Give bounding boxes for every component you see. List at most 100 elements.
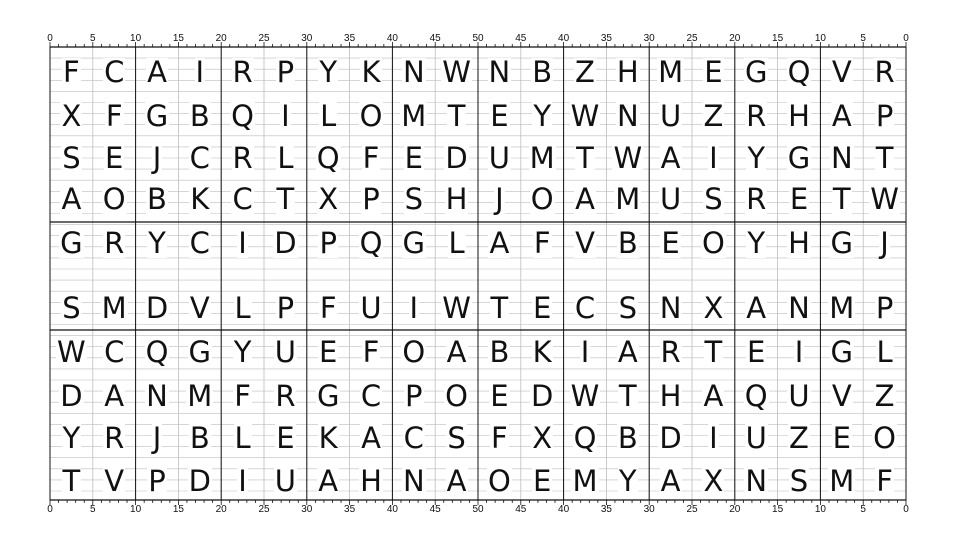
grid-letter: I xyxy=(178,55,221,89)
grid-letter-glyph: A xyxy=(60,181,83,216)
grid-letter-glyph: K xyxy=(531,334,553,369)
grid-letter: C xyxy=(350,379,393,413)
grid-letter: B xyxy=(521,55,564,89)
grid-letter: A xyxy=(606,335,649,369)
grid-letter-glyph: E xyxy=(532,463,553,498)
grid-letter: B xyxy=(178,99,221,133)
grid-letter: A xyxy=(435,464,478,498)
grid-letter-glyph: F xyxy=(104,98,124,133)
grid-letter: D xyxy=(264,226,307,260)
grid-letter: Q xyxy=(778,55,821,89)
grid-letter-glyph: Y xyxy=(746,140,767,175)
grid-letter-glyph: K xyxy=(317,420,339,455)
grid-letter-glyph: B xyxy=(488,334,511,369)
grid-letter: I xyxy=(392,291,435,325)
grid-letter: F xyxy=(307,291,350,325)
grid-letter: H xyxy=(606,55,649,89)
grid-letter-glyph: X xyxy=(317,181,340,216)
grid-letter-glyph: V xyxy=(188,290,211,325)
grid-letter-glyph: S xyxy=(446,420,467,455)
grid-letter: G xyxy=(50,226,93,260)
grid-letter: E xyxy=(264,421,307,455)
grid-letter-glyph: S xyxy=(617,290,638,325)
grid-letter: F xyxy=(50,55,93,89)
grid-letter: E xyxy=(649,226,692,260)
grid-letter: M xyxy=(521,141,564,175)
grid-letter-glyph: Y xyxy=(617,463,638,498)
grid-letter-glyph: W xyxy=(869,181,900,216)
grid-letter: X xyxy=(50,99,93,133)
grid-letter: S xyxy=(692,182,735,216)
grid-letter-glyph: H xyxy=(615,54,640,89)
grid-letter-glyph: N xyxy=(401,54,426,89)
grid-letter-glyph: F xyxy=(318,290,338,325)
grid-letter: M xyxy=(649,55,692,89)
top-ruler-label: 20 xyxy=(729,33,741,44)
grid-letter-glyph: K xyxy=(189,181,211,216)
grid-letter: Y xyxy=(307,55,350,89)
grid-letter-glyph: A xyxy=(616,334,639,369)
grid-letter: C xyxy=(178,226,221,260)
grid-letter-glyph: I xyxy=(579,334,591,369)
grid-letter-glyph: D xyxy=(144,290,170,325)
bottom-ruler-label: 0 xyxy=(903,504,909,515)
grid-letter-glyph: G xyxy=(786,140,812,175)
grid-letter-glyph: V xyxy=(574,225,596,260)
grid-letter-glyph: D xyxy=(530,378,555,413)
grid-letter: A xyxy=(307,464,350,498)
top-ruler-label: 40 xyxy=(386,33,398,44)
grid-letter-glyph: V xyxy=(103,463,126,498)
grid-letter: O xyxy=(692,226,735,260)
grid-letter-glyph: Y xyxy=(232,334,253,369)
grid-letter-glyph: A xyxy=(146,54,168,89)
grid-letter-glyph: D xyxy=(59,378,84,413)
top-ruler-label: 10 xyxy=(130,33,142,44)
grid-letter-glyph: Q xyxy=(572,420,598,455)
grid-letter-glyph: Q xyxy=(786,54,812,89)
grid-letter-glyph: T xyxy=(489,290,510,325)
grid-letter-glyph: R xyxy=(103,420,126,455)
grid-letter-glyph: F xyxy=(62,54,81,89)
bottom-ruler-label: 20 xyxy=(729,504,741,515)
grid-letter-glyph: G xyxy=(187,334,213,369)
grid-letter: E xyxy=(307,335,350,369)
grid-letter-glyph: C xyxy=(402,420,425,455)
grid-letter-glyph: E xyxy=(104,140,125,175)
grid-letter: I xyxy=(564,335,607,369)
grid-letter-glyph: U xyxy=(487,140,512,175)
top-ruler-label: 30 xyxy=(301,33,313,44)
grid-letter-glyph: C xyxy=(188,225,211,260)
bottom-ruler-label: 45 xyxy=(515,504,527,515)
grid-letter: C xyxy=(564,291,607,325)
top-ruler-label: 25 xyxy=(258,33,270,44)
grid-letter-glyph: M xyxy=(657,54,685,89)
grid-letter: W xyxy=(435,55,478,89)
grid-letter-glyph: I xyxy=(194,54,206,89)
grid-letter: Z xyxy=(692,99,735,133)
grid-letter-glyph: G xyxy=(829,225,855,260)
grid-letter-glyph: X xyxy=(60,98,83,133)
grid-letter-glyph: W xyxy=(441,290,472,325)
grid-letter: B xyxy=(178,421,221,455)
top-ruler-label: 30 xyxy=(643,33,655,44)
grid-letter: A xyxy=(350,421,393,455)
grid-letter: Y xyxy=(606,464,649,498)
grid-letter: E xyxy=(93,141,136,175)
grid-letter: U xyxy=(649,99,692,133)
grid-letter: Y xyxy=(50,421,93,455)
grid-letter-glyph: X xyxy=(531,420,554,455)
grid-letter: I xyxy=(692,141,735,175)
grid-letter: G xyxy=(136,99,179,133)
grid-letter: N xyxy=(649,291,692,325)
grid-letter-glyph: P xyxy=(275,290,296,325)
grid-letter-glyph: L xyxy=(875,334,894,369)
grid-letter: C xyxy=(178,141,221,175)
grid-letter: R xyxy=(735,99,778,133)
grid-letter-glyph: C xyxy=(231,181,254,216)
grid-letter: C xyxy=(221,182,264,216)
grid-letter-glyph: U xyxy=(787,378,811,413)
grid-letter-glyph: N xyxy=(145,378,169,413)
grid-letter-glyph: N xyxy=(658,290,683,325)
grid-letter: P xyxy=(264,55,307,89)
grid-letter-glyph: T xyxy=(575,140,595,175)
